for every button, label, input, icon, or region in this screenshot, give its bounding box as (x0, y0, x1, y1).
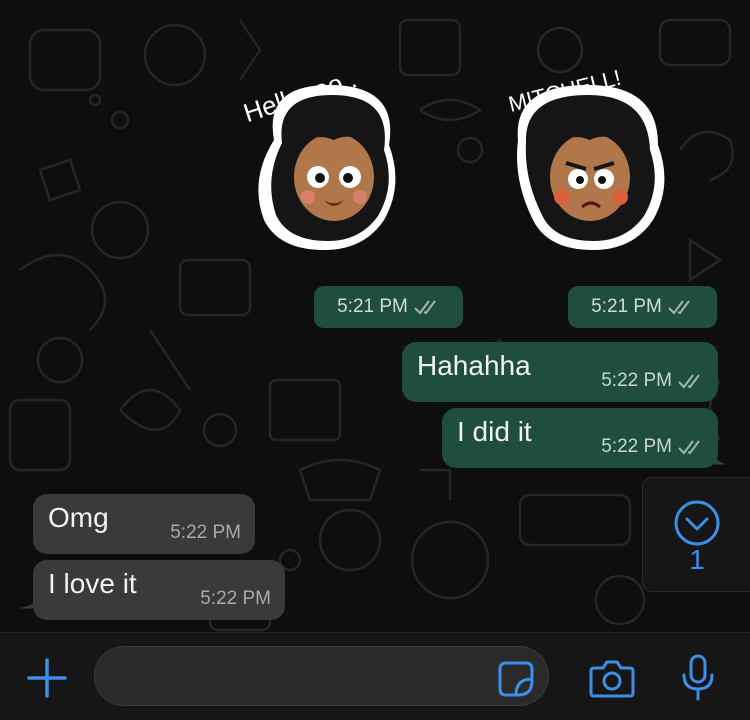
message-text: I love it (48, 568, 137, 599)
chevron-down-circle-icon (674, 500, 720, 546)
read-receipt-icon (414, 300, 436, 315)
message-text: I did it (457, 416, 532, 447)
microphone-icon[interactable] (680, 653, 716, 703)
message-text: Hahahha (417, 350, 531, 381)
read-receipt-icon (668, 300, 690, 315)
unread-count-badge: 1 (689, 544, 705, 575)
message-meta: 5:22 PM (170, 522, 241, 544)
hello-boy-sticker-icon[interactable]: Helloooo.. (234, 45, 434, 255)
composer-bar (0, 632, 750, 720)
angry-mitchell-sticker-icon[interactable]: MITCHELL! (498, 45, 698, 255)
incoming-message[interactable]: I love it 5:22 PM (33, 560, 285, 620)
message-time: 5:21 PM (337, 296, 408, 317)
bubble-tail (19, 592, 41, 609)
sticker-timestamp: 5:21 PM (314, 286, 463, 328)
sticker-timestamp: 5:21 PM (568, 286, 717, 328)
message-text: Omg (48, 502, 109, 533)
outgoing-message[interactable]: I did it 5:22 PM (442, 408, 718, 468)
message-meta: 5:22 PM (601, 436, 704, 458)
message-time: 5:21 PM (591, 296, 662, 317)
message-time: 5:22 PM (601, 436, 672, 457)
message-time: 5:22 PM (200, 588, 271, 609)
outgoing-message[interactable]: Hahahha 5:22 PM (402, 342, 718, 402)
message-meta: 5:22 PM (601, 370, 704, 392)
message-time: 5:22 PM (170, 522, 241, 543)
camera-icon[interactable] (589, 657, 635, 699)
scroll-to-bottom-button[interactable]: 1 (642, 477, 750, 592)
bubble-tail (706, 440, 726, 465)
message-meta: 5:22 PM (200, 588, 271, 610)
plus-icon[interactable] (26, 657, 68, 699)
read-receipt-icon (678, 374, 700, 389)
incoming-message[interactable]: Omg 5:22 PM (33, 494, 255, 554)
message-input[interactable] (94, 646, 549, 706)
read-receipt-icon (678, 440, 700, 455)
message-time: 5:22 PM (601, 370, 672, 391)
chat-background: Helloooo.. MITCHELL! 5:21 PM 5:21 PM Hah… (0, 0, 750, 632)
sticker-icon[interactable] (496, 659, 536, 699)
